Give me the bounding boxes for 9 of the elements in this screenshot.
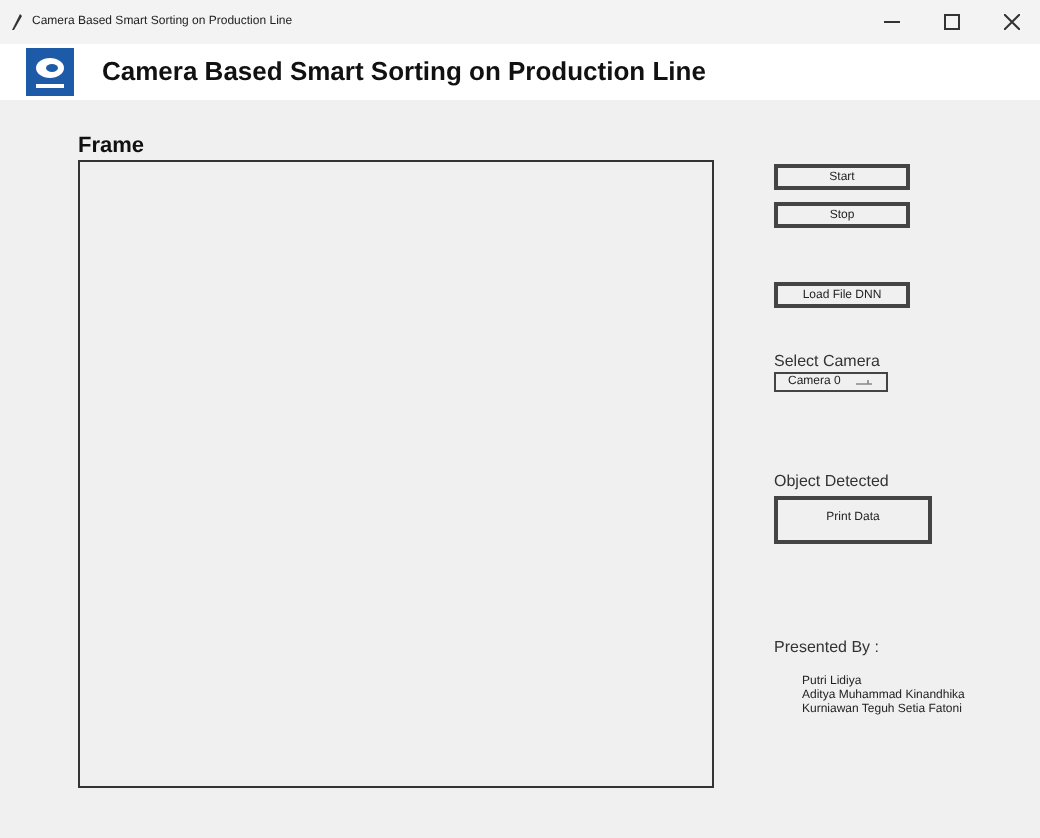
maximize-icon[interactable] — [944, 14, 960, 30]
app-title: Camera Based Smart Sorting on Production Line — [102, 54, 706, 91]
feather-icon — [10, 13, 22, 31]
credits-label: Presented By : — [774, 640, 881, 656]
close-icon[interactable] — [1004, 14, 1020, 30]
frame-label: Frame — [78, 136, 147, 158]
detection-label: Object Detected — [774, 474, 891, 490]
dropdown-icon — [856, 379, 873, 385]
camera-label: Select Camera — [774, 354, 882, 370]
